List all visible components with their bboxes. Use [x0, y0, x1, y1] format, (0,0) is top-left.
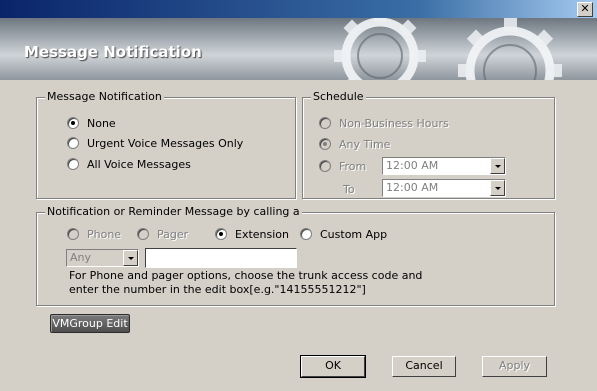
vmgroup-edit-button[interactable]: VMGroup Edit	[50, 314, 130, 333]
group-title: Schedule	[311, 90, 366, 103]
title-bar: ✕	[0, 0, 597, 19]
trunk-access-code-value: Any	[70, 251, 92, 264]
radio-label: Any Time	[339, 138, 391, 151]
radio-button[interactable]	[67, 228, 79, 240]
radio-non-business-hours[interactable]: Non-Business Hours	[319, 117, 449, 133]
radio-extension[interactable]: Extension	[215, 228, 289, 244]
group-title: Notification or Reminder Message by call…	[45, 205, 302, 218]
message-notification-group: Message Notification None Urgent Voice M…	[36, 90, 296, 199]
radio-button[interactable]	[215, 228, 227, 240]
radio-button[interactable]	[300, 228, 312, 240]
trunk-access-code-select[interactable]: Any	[66, 249, 139, 267]
to-label: To	[343, 183, 355, 196]
radio-label: Phone	[87, 228, 122, 241]
radio-any-time[interactable]: Any Time	[319, 138, 390, 154]
gears-icon	[334, 18, 562, 80]
header-banner: Message Notification	[0, 18, 597, 80]
radio-label: Extension	[235, 228, 290, 241]
from-time-value: 12:00 AM	[386, 159, 439, 172]
radio-pager[interactable]: Pager	[137, 228, 188, 244]
number-input[interactable]	[145, 248, 297, 268]
radio-button[interactable]	[319, 117, 331, 129]
close-button[interactable]: ✕	[577, 2, 593, 17]
help-text-line-2: enter the number in the edit box[e.g."14…	[69, 283, 366, 296]
radio-button[interactable]	[319, 160, 331, 172]
schedule-group: Schedule Non-Business Hours Any Time Fro…	[302, 90, 555, 199]
chevron-down-icon[interactable]	[490, 158, 505, 174]
help-text-line-1: For Phone and pager options, choose the …	[69, 269, 423, 282]
to-time-select[interactable]: 12:00 AM	[382, 179, 506, 197]
radio-all-voice-messages[interactable]: All Voice Messages	[67, 158, 191, 174]
to-time-value: 12:00 AM	[386, 181, 439, 194]
radio-button[interactable]	[67, 137, 79, 149]
radio-button[interactable]	[319, 138, 331, 150]
radio-label: Urgent Voice Messages Only	[87, 137, 244, 150]
radio-none[interactable]: None	[67, 117, 116, 133]
chevron-down-icon[interactable]	[490, 180, 505, 196]
cancel-button[interactable]: Cancel	[392, 356, 456, 377]
radio-label: Non-Business Hours	[339, 117, 449, 130]
radio-button[interactable]	[137, 228, 149, 240]
radio-custom-app[interactable]: Custom App	[300, 228, 387, 244]
radio-urgent-voice-messages[interactable]: Urgent Voice Messages Only	[67, 137, 243, 153]
radio-from[interactable]: From	[319, 160, 366, 176]
radio-label: None	[87, 117, 116, 130]
radio-phone[interactable]: Phone	[67, 228, 121, 244]
radio-label: Pager	[157, 228, 189, 241]
banner-title: Message Notification	[24, 43, 202, 61]
radio-label: All Voice Messages	[87, 158, 191, 171]
from-time-select[interactable]: 12:00 AM	[382, 157, 506, 175]
group-title: Message Notification	[45, 90, 164, 103]
apply-button[interactable]: Apply	[482, 356, 547, 377]
chevron-down-icon[interactable]	[123, 250, 138, 266]
radio-label: From	[339, 160, 367, 173]
radio-button[interactable]	[67, 158, 79, 170]
ok-button[interactable]: OK	[300, 355, 366, 378]
radio-button[interactable]	[67, 117, 79, 129]
radio-label: Custom App	[320, 228, 388, 241]
notification-method-group: Notification or Reminder Message by call…	[36, 205, 555, 306]
